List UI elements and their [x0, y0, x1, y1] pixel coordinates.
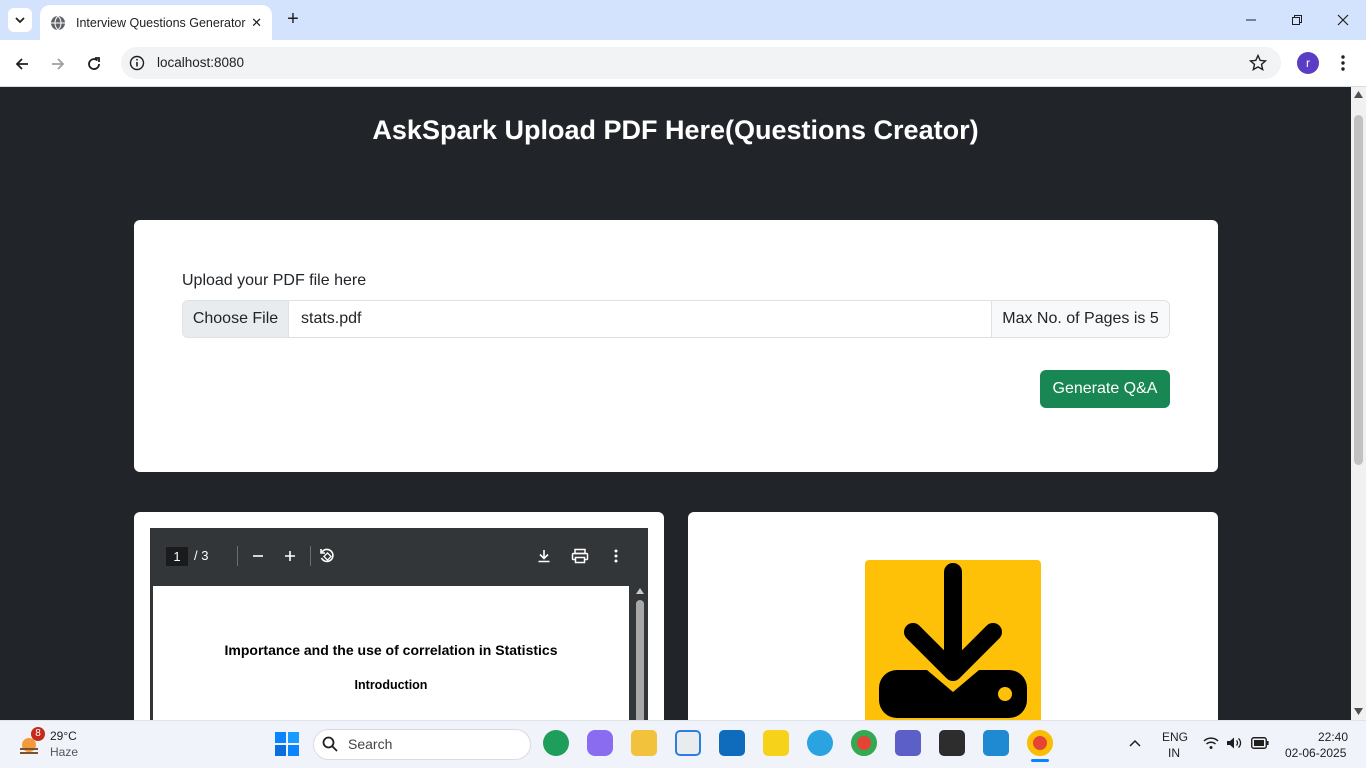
download-card	[688, 512, 1218, 720]
more-vertical-icon	[614, 549, 618, 563]
upload-label: Upload your PDF file here	[182, 272, 367, 289]
info-icon[interactable]	[129, 55, 145, 71]
minimize-button[interactable]	[1228, 0, 1274, 40]
generate-qa-button[interactable]: Generate Q&A	[1040, 370, 1170, 408]
file-explorer-icon[interactable]	[631, 730, 657, 756]
pdf-page-count: / 3	[194, 548, 209, 563]
file-input-group[interactable]: Choose File stats.pdf Max No. of Pages i…	[182, 300, 1170, 338]
pdf-more-button[interactable]	[605, 545, 627, 567]
chevron-down-icon	[15, 17, 25, 24]
region-indicator[interactable]: IN	[1168, 746, 1180, 760]
restore-icon	[1292, 15, 1302, 25]
battery-icon[interactable]	[1251, 737, 1269, 749]
forward-button[interactable]	[44, 50, 72, 78]
sticky-notes-icon[interactable]	[763, 730, 789, 756]
page-title: AskSpark Upload PDF Here(Questions Creat…	[372, 115, 979, 145]
pdf-viewer[interactable]: 1 / 3 Importance and the use of correlat…	[150, 528, 648, 720]
close-icon[interactable]: ✕	[251, 15, 262, 31]
start-button[interactable]	[275, 732, 299, 756]
close-window-button[interactable]	[1320, 0, 1366, 40]
scroll-up-icon[interactable]	[1354, 91, 1363, 98]
close-icon	[1337, 14, 1349, 26]
reload-button[interactable]	[80, 50, 108, 78]
pdf-download-button[interactable]	[533, 545, 555, 567]
volume-icon[interactable]	[1226, 736, 1242, 750]
reload-icon	[88, 57, 100, 70]
rotate-icon	[320, 548, 334, 563]
pdf-preview-card: 1 / 3 Importance and the use of correlat…	[134, 512, 664, 720]
taskbar-search[interactable]	[313, 729, 531, 760]
edge-icon[interactable]	[543, 730, 569, 756]
page-content: AskSpark Upload PDF Here(Questions Creat…	[0, 87, 1351, 720]
scroll-down-icon[interactable]	[1354, 708, 1363, 715]
arrow-right-icon	[52, 58, 65, 70]
active-app-indicator	[1031, 759, 1049, 762]
back-button[interactable]	[8, 50, 36, 78]
vscode-icon[interactable]	[983, 730, 1009, 756]
download-image[interactable]	[865, 560, 1041, 720]
scroll-thumb[interactable]	[1354, 115, 1363, 465]
pdf-scrollbar[interactable]	[635, 586, 645, 720]
pdf-page-input[interactable]: 1	[166, 547, 188, 566]
star-icon[interactable]	[1249, 54, 1267, 72]
browser-tab[interactable]: Interview Questions Generator ✕	[40, 5, 272, 40]
page-scrollbar[interactable]	[1351, 87, 1366, 720]
pdf-page: Importance and the use of correlation in…	[153, 586, 629, 720]
rotate-button[interactable]	[316, 545, 338, 567]
weather-description: Haze	[50, 745, 79, 759]
weather-badge: 8	[31, 727, 45, 741]
restore-button[interactable]	[1274, 0, 1320, 40]
teams-icon[interactable]	[895, 730, 921, 756]
zoom-in-button[interactable]	[279, 545, 301, 567]
new-tab-button[interactable]: +	[282, 8, 304, 30]
search-icon	[322, 736, 338, 752]
plus-icon	[285, 551, 295, 561]
download-icon	[879, 563, 1027, 718]
more-vertical-icon[interactable]	[1336, 54, 1350, 72]
terminal-icon[interactable]	[939, 730, 965, 756]
download-icon	[538, 550, 550, 563]
globe-icon	[51, 15, 65, 31]
tab-title: Interview Questions Generator	[76, 15, 246, 30]
pdf-print-button[interactable]	[569, 545, 591, 567]
avatar[interactable]: r	[1297, 52, 1319, 74]
zoom-out-button[interactable]	[247, 545, 269, 567]
upload-card: Upload your PDF file here Choose File st…	[134, 220, 1218, 472]
tab-search-button[interactable]	[8, 8, 32, 32]
choose-file-button[interactable]: Choose File	[183, 301, 289, 337]
chrome-profile-icon[interactable]	[1027, 730, 1053, 756]
chevron-up-icon[interactable]	[1129, 739, 1141, 747]
divider	[237, 546, 238, 566]
chrome-icon[interactable]	[851, 730, 877, 756]
pdf-document-subtitle: Introduction	[354, 678, 428, 692]
minus-icon	[253, 555, 263, 557]
pdf-toolbar: 1 / 3	[150, 528, 648, 584]
arrow-left-icon	[15, 58, 28, 70]
file-name[interactable]: stats.pdf	[289, 301, 991, 337]
outlook-icon[interactable]	[719, 730, 745, 756]
store-icon[interactable]	[675, 730, 701, 756]
windows-icon	[275, 732, 299, 756]
copilot-icon[interactable]	[587, 730, 613, 756]
wifi-icon[interactable]	[1203, 736, 1219, 750]
minimize-icon	[1246, 19, 1256, 21]
telegram-icon[interactable]	[807, 730, 833, 756]
weather-temperature: 29°C	[50, 729, 77, 743]
divider	[310, 546, 311, 566]
print-icon	[571, 548, 589, 564]
clock-date[interactable]: 02-06-2025	[1285, 746, 1346, 760]
pdf-document-title: Importance and the use of correlation in…	[224, 642, 558, 658]
language-indicator[interactable]: ENG	[1162, 730, 1188, 744]
taskbar-search-placeholder[interactable]: Search	[348, 736, 392, 752]
address-bar[interactable]	[121, 47, 1281, 79]
max-pages-note: Max No. of Pages is 5	[991, 301, 1169, 337]
clock-time[interactable]: 22:40	[1318, 730, 1348, 744]
url-text[interactable]: localhost:8080	[157, 55, 244, 70]
